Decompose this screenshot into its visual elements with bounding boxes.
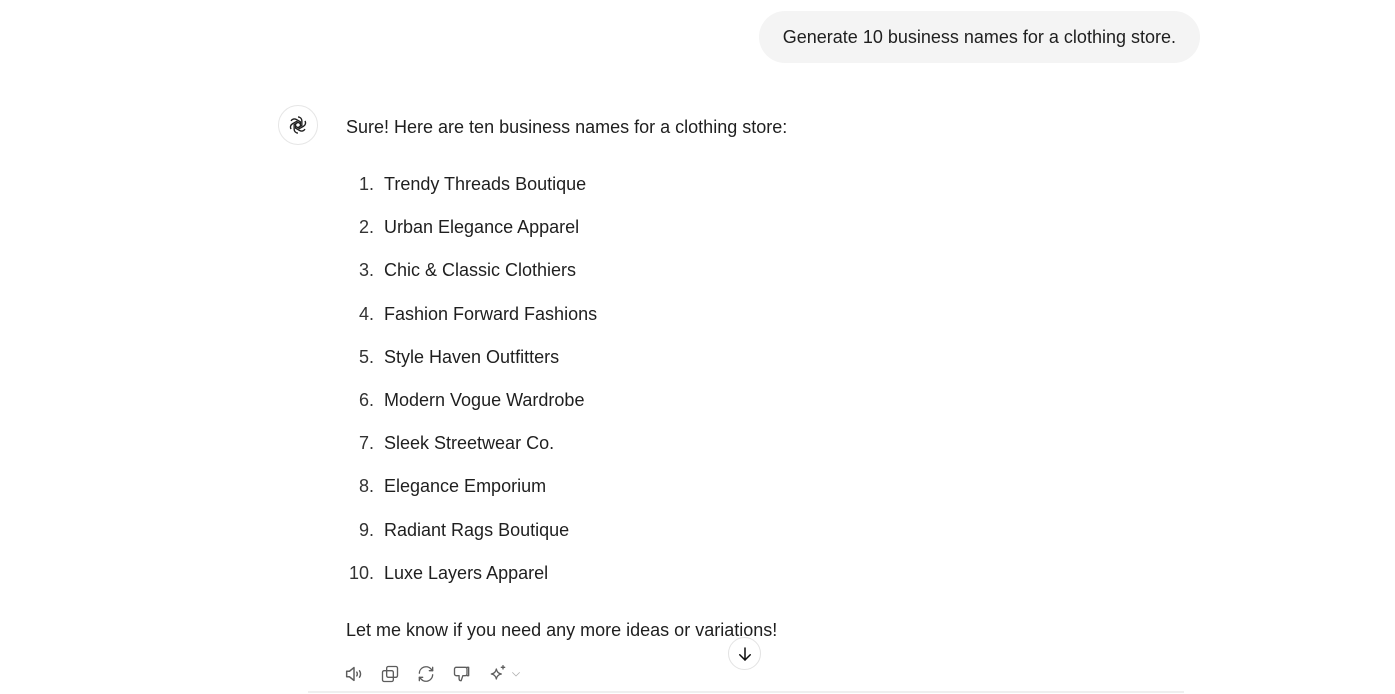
read-aloud-icon: [345, 666, 362, 682]
read-aloud-button[interactable]: [342, 662, 366, 686]
list-number: 10.: [348, 562, 374, 583]
list-number: 5.: [358, 346, 374, 367]
user-message-bubble: Generate 10 business names for a clothin…: [758, 11, 1200, 63]
list-number: 2.: [358, 217, 374, 238]
list-number: 6.: [358, 389, 374, 410]
model-switch-button[interactable]: [486, 662, 524, 686]
sparkle-model-icon: [490, 665, 506, 680]
chevron-down-icon: [512, 672, 520, 677]
thumbs-down-icon: [453, 666, 470, 682]
list-item: 9. Radiant Rags Boutique: [346, 516, 1186, 559]
thumbs-down-button[interactable]: [450, 662, 474, 686]
list-number: 8.: [358, 476, 374, 497]
user-message-text: Generate 10 business names for a clothin…: [782, 26, 1176, 47]
assistant-outro: Let me know if you need any more ideas o…: [346, 620, 778, 640]
business-name-list: 1. Trendy Threads Boutique 2. Urban Elegan…: [346, 170, 1186, 602]
list-item: 6. Modern Vogue Wardrobe: [346, 386, 1186, 429]
list-text: Luxe Layers Apparel: [384, 562, 549, 583]
openai-logo-icon: [289, 116, 307, 134]
list-item: 1. Trendy Threads Boutique: [346, 170, 1186, 213]
assistant-intro: Sure! Here are ten business names for a …: [346, 117, 788, 137]
list-item: 4. Fashion Forward Fashions: [346, 300, 1186, 343]
scroll-to-bottom-button[interactable]: [728, 637, 761, 670]
list-number: 7.: [358, 433, 374, 454]
list-text: Style Haven Outfitters: [384, 346, 560, 367]
list-number: 4.: [358, 303, 374, 324]
list-item: 7. Sleek Streetwear Co.: [346, 429, 1186, 472]
copy-icon: [381, 665, 399, 683]
list-text: Fashion Forward Fashions: [384, 303, 598, 324]
regenerate-icon: [418, 666, 434, 682]
list-text: Trendy Threads Boutique: [384, 174, 587, 194]
copy-button[interactable]: [378, 662, 402, 686]
list-item: 8. Elegance Emporium: [346, 472, 1186, 515]
message-actions: [342, 662, 524, 686]
list-text: Urban Elegance Apparel: [384, 217, 580, 238]
list-item: 10. Luxe Layers Apparel: [346, 559, 1186, 602]
list-text: Sleek Streetwear Co.: [384, 433, 555, 454]
list-text: Radiant Rags Boutique: [384, 519, 570, 540]
list-number: 9.: [358, 519, 374, 540]
list-number: 3.: [358, 260, 374, 281]
regenerate-button[interactable]: [414, 662, 438, 686]
list-number: 1.: [358, 174, 374, 194]
list-item: 2. Urban Elegance Apparel: [346, 213, 1186, 256]
list-text: Modern Vogue Wardrobe: [384, 389, 585, 410]
list-text: Elegance Emporium: [384, 476, 547, 497]
assistant-avatar: [278, 105, 318, 145]
list-text: Chic & Classic Clothiers: [384, 260, 577, 281]
assistant-message: Sure! Here are ten business names for a …: [346, 113, 1186, 640]
arrow-down-icon: [738, 646, 751, 661]
list-item: 5. Style Haven Outfitters: [346, 343, 1186, 386]
divider: [308, 691, 1184, 693]
list-item: 3. Chic & Classic Clothiers: [346, 256, 1186, 299]
